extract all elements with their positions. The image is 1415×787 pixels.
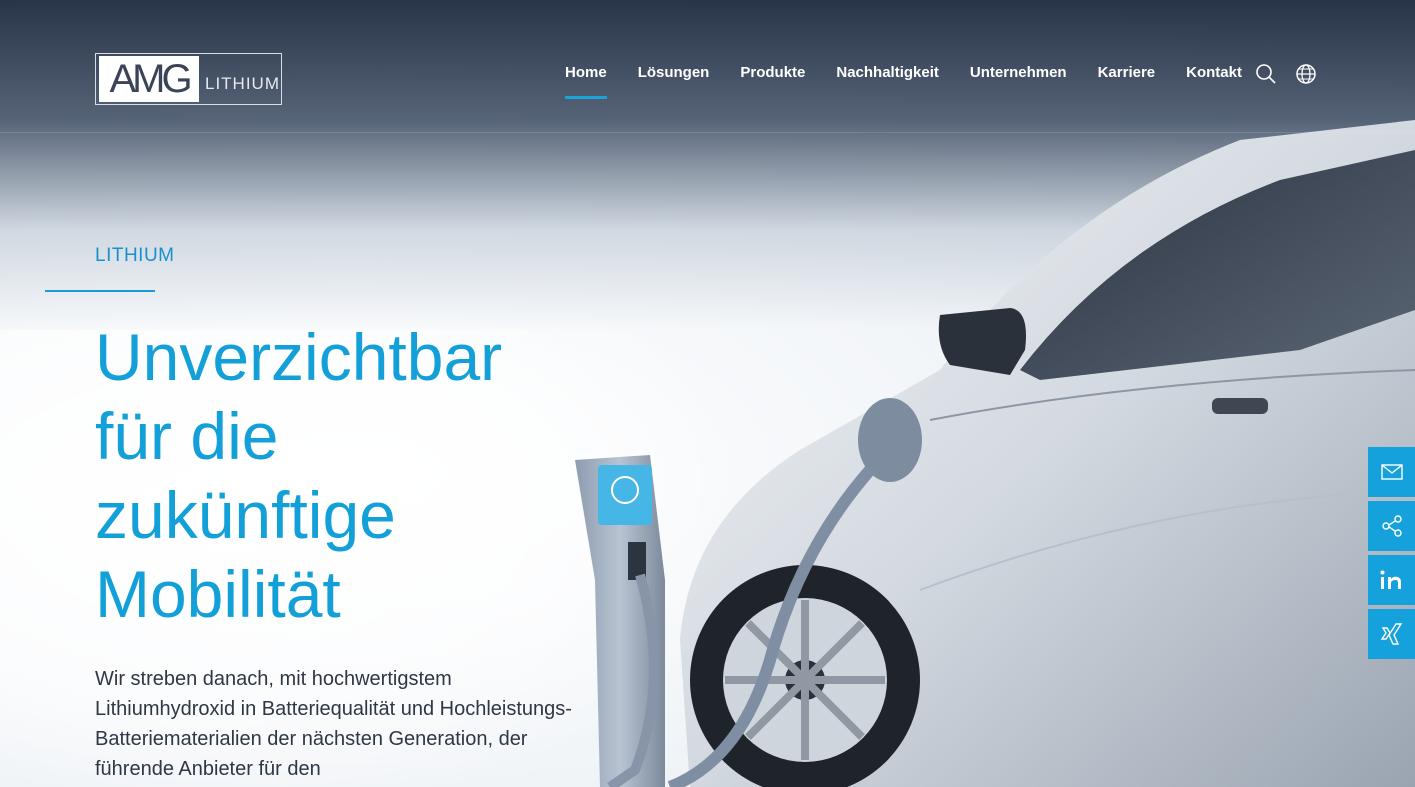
nav-item-nachhaltigkeit[interactable]: Nachhaltigkeit bbox=[836, 64, 939, 100]
hero-body-text: Wir streben danach, mit hochwertigstem L… bbox=[95, 668, 572, 780]
mail-icon bbox=[1380, 464, 1403, 480]
nav-item-produkte[interactable]: Produkte bbox=[740, 64, 805, 100]
side-share-rail bbox=[1368, 447, 1415, 663]
xing-icon bbox=[1380, 623, 1402, 645]
eyebrow-divider bbox=[45, 290, 155, 292]
share-button[interactable] bbox=[1368, 501, 1415, 551]
headline-line: für die bbox=[95, 399, 279, 473]
logo-mark: AMG bbox=[99, 56, 199, 102]
nav-item-loesungen[interactable]: Lösungen bbox=[638, 64, 710, 100]
share-icon bbox=[1381, 515, 1402, 537]
headline-line: Mobilität bbox=[95, 557, 341, 631]
search-icon[interactable] bbox=[1255, 63, 1277, 85]
headline-line: zukünftige bbox=[95, 478, 396, 552]
amg-lithium-logo[interactable]: AMG LITHIUM bbox=[95, 53, 282, 105]
headline-line: Unverzichtbar bbox=[95, 320, 503, 394]
linkedin-icon bbox=[1380, 570, 1401, 589]
mail-button[interactable] bbox=[1368, 447, 1415, 497]
globe-icon[interactable] bbox=[1295, 63, 1317, 85]
nav-item-karriere[interactable]: Karriere bbox=[1098, 64, 1156, 100]
hero-eyebrow: LITHIUM bbox=[95, 245, 175, 266]
nav-item-unternehmen[interactable]: Unternehmen bbox=[970, 64, 1067, 100]
hero-illustration-car-charging bbox=[575, 120, 1415, 787]
xing-button[interactable] bbox=[1368, 609, 1415, 659]
main-nav: Home Lösungen Produkte Nachhaltigkeit Un… bbox=[565, 64, 1273, 100]
hero-headline: Unverzichtbar für die zukünftige Mobilit… bbox=[95, 318, 655, 634]
site-header: AMG LITHIUM Home Lösungen Produkte Nachh… bbox=[0, 0, 1415, 133]
nav-item-kontakt[interactable]: Kontakt bbox=[1186, 64, 1242, 100]
logo-text: LITHIUM bbox=[205, 74, 280, 93]
nav-item-home[interactable]: Home bbox=[565, 64, 607, 100]
linkedin-button[interactable] bbox=[1368, 555, 1415, 605]
